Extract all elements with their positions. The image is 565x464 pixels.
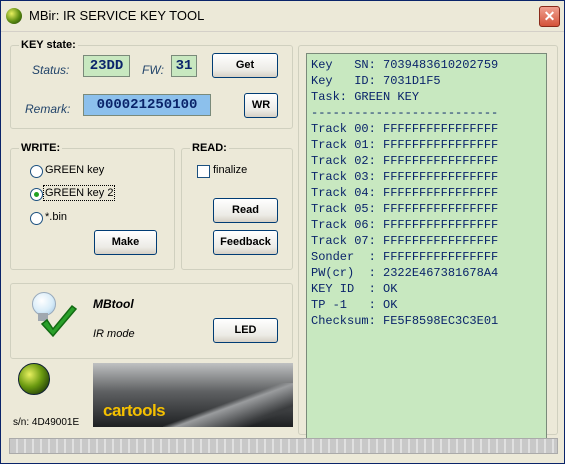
output-line: KEY ID : OK [311,282,398,296]
output-line: -------------------------- [311,106,499,120]
mbtool-title: MBtool [93,297,134,311]
road-graphic [163,383,293,427]
output-line: Checksum: FE5F8598EC3C3E01 [311,314,499,328]
output-line: Key ID: 7031D1F5 [311,74,441,88]
wr-button[interactable]: WR [244,93,278,118]
finalize-label[interactable]: finalize [213,164,247,176]
output-line: Track 05: FFFFFFFFFFFFFFFF [311,202,499,216]
output-line: Track 01: FFFFFFFFFFFFFFFF [311,138,499,152]
output-line: Track 04: FFFFFFFFFFFFFFFF [311,186,499,200]
remark-value: 000021250100 [83,94,211,116]
output-console: Key SN: 7039483610202759 Key ID: 7031D1F5… [306,53,547,440]
close-button[interactable]: ✕ [539,6,560,27]
radio-bin-file[interactable] [30,212,43,225]
led-button[interactable]: LED [213,318,278,343]
output-line: Track 07: FFFFFFFFFFFFFFFF [311,234,499,248]
output-line: Track 03: FFFFFFFFFFFFFFFF [311,170,499,184]
output-line: Sonder : FFFFFFFFFFFFFFFF [311,250,499,264]
title-bar[interactable]: MBir: IR SERVICE KEY TOOL ✕ [1,1,564,32]
make-button[interactable]: Make [94,230,157,255]
fw-label: FW: [142,63,164,77]
output-line: Track 02: FFFFFFFFFFFFFFFF [311,154,499,168]
radio-green-key[interactable] [30,165,43,178]
fw-value: 31 [171,55,197,77]
key-state-title: KEY state: [19,39,78,51]
window-title: MBir: IR SERVICE KEY TOOL [29,8,205,23]
output-line: TP -1 : OK [311,298,398,312]
progress-bar [9,438,558,454]
app-window: MBir: IR SERVICE KEY TOOL ✕ KEY state: S… [0,0,565,464]
finalize-checkbox[interactable] [197,165,210,178]
mbtool-mode: IR mode [93,328,135,340]
serial-number: s/n: 4D49001E [13,417,80,428]
output-line: Key SN: 7039483610202759 [311,58,499,72]
read-title: READ: [190,142,229,154]
globe-icon [6,8,22,24]
radio-bin-file-label[interactable]: *.bin [45,211,67,223]
radio-green-key-label[interactable]: GREEN key [45,164,104,176]
output-line: PW(cr) : 2322E467381678A4 [311,266,499,280]
status-label: Status: [32,63,70,77]
output-line: Track 00: FFFFFFFFFFFFFFFF [311,122,499,136]
write-title: WRITE: [19,142,63,154]
get-button[interactable]: Get [212,53,278,78]
green-check-icon [40,304,78,338]
radio-green-key-2[interactable] [30,188,43,201]
cartools-logo: cartools [103,401,166,420]
radio-green-key-2-label[interactable]: GREEN key 2 [42,185,116,201]
read-button[interactable]: Read [213,198,278,223]
globe-icon [18,363,50,395]
output-line: Task: GREEN KEY [311,90,420,104]
feedback-button[interactable]: Feedback [213,230,278,255]
status-value: 23DD [83,55,130,77]
cartools-banner: cartools [93,363,293,427]
output-line: Track 06: FFFFFFFFFFFFFFFF [311,218,499,232]
remark-label: Remark: [25,102,71,116]
